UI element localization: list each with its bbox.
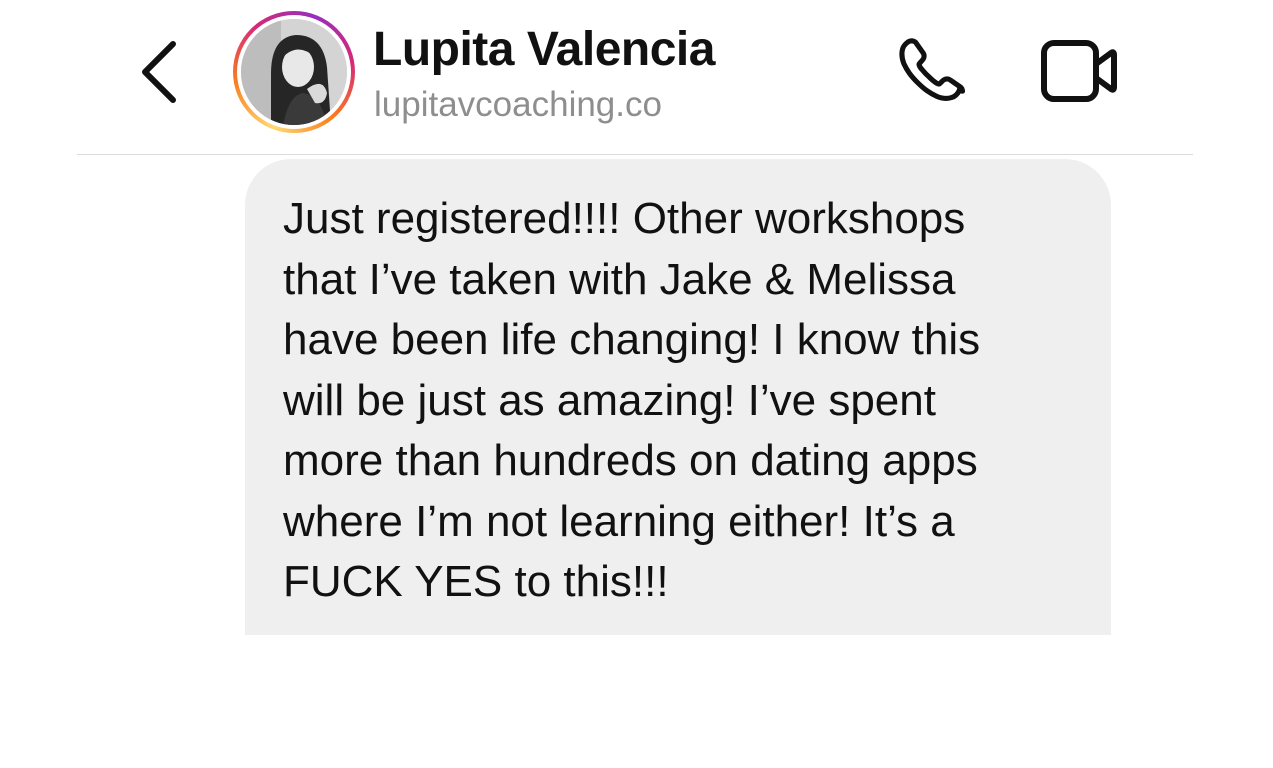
back-button[interactable] <box>136 36 186 108</box>
header-divider <box>77 154 1193 155</box>
avatar <box>241 19 347 125</box>
avatar-story-ring[interactable] <box>233 11 355 133</box>
message-bubble[interactable]: Just registered!!!! Other workshops that… <box>245 159 1111 635</box>
chat-screen: Lupita Valencia lupitavcoaching.co Just … <box>0 0 1273 768</box>
message-text: Just registered!!!! Other workshops that… <box>283 194 981 606</box>
avatar-photo <box>241 19 347 125</box>
contact-subtitle[interactable]: lupitavcoaching.co <box>374 84 662 126</box>
avatar-ring-gap <box>237 15 351 129</box>
contact-name[interactable]: Lupita Valencia <box>373 22 715 78</box>
video-camera-icon <box>1041 40 1117 102</box>
video-call-button[interactable] <box>1040 38 1118 104</box>
phone-icon <box>899 38 966 101</box>
voice-call-button[interactable] <box>893 36 969 108</box>
chat-header: Lupita Valencia lupitavcoaching.co <box>0 0 1273 155</box>
chevron-left-icon <box>142 41 176 103</box>
